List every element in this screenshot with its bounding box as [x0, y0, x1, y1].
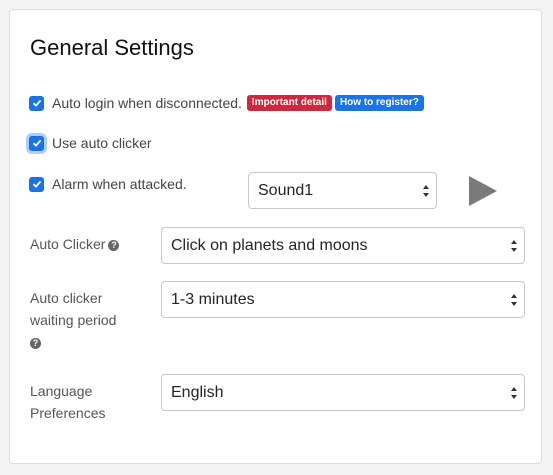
auto-clicker-checkbox[interactable] [29, 135, 44, 151]
waiting-period-field-label: Auto clicker waiting period ? [30, 287, 116, 353]
auto-clicker-select[interactable]: Click on planets and moons [161, 227, 525, 264]
question-circle-icon[interactable]: ? [30, 337, 41, 349]
language-select[interactable]: English [161, 374, 525, 411]
sound-select-value: Sound1 [258, 181, 314, 199]
waiting-period-label-line2: waiting period [30, 312, 117, 328]
select-arrows-icon [511, 387, 517, 399]
alarm-label: Alarm when attacked. [52, 176, 187, 192]
auto-clicker-row: Use auto clicker [29, 134, 152, 152]
waiting-period-select[interactable]: 1-3 minutes [161, 281, 525, 318]
question-circle-icon[interactable]: ? [108, 239, 120, 251]
sound-select[interactable]: Sound1 [248, 172, 437, 209]
important-detail-badge[interactable]: Important detail [246, 95, 332, 111]
auto-login-checkbox[interactable] [29, 95, 44, 111]
auto-clicker-select-value: Click on planets and moons [171, 236, 368, 254]
auto-clicker-label: Use auto clicker [52, 135, 152, 151]
alarm-checkbox[interactable] [29, 176, 44, 192]
language-select-value: English [171, 383, 224, 401]
how-to-register-badge[interactable]: How to register? [334, 95, 424, 111]
select-arrows-icon [511, 240, 517, 252]
language-label-line2: Preferences [30, 405, 106, 421]
auto-login-label: Auto login when disconnected. [52, 95, 242, 111]
select-arrows-icon [511, 294, 517, 306]
waiting-period-label-line1: Auto clicker [30, 290, 103, 306]
auto-login-row: Auto login when disconnected. Important … [29, 94, 424, 112]
play-icon[interactable] [467, 175, 499, 207]
select-arrows-icon [423, 185, 429, 197]
checkmark-icon [32, 139, 41, 147]
page-title: General Settings [30, 35, 194, 60]
auto-clicker-field-label: Auto Clicker? [30, 233, 120, 255]
language-label-line1: Language [30, 383, 93, 399]
language-field-label: Language Preferences [30, 380, 105, 424]
checkmark-icon [32, 180, 41, 188]
settings-card: General Settings Auto login when disconn… [9, 9, 542, 464]
waiting-period-select-value: 1-3 minutes [171, 290, 255, 308]
alarm-row: Alarm when attacked. [29, 175, 187, 193]
auto-clicker-field-text: Auto Clicker [30, 236, 106, 252]
checkmark-icon [32, 99, 41, 107]
